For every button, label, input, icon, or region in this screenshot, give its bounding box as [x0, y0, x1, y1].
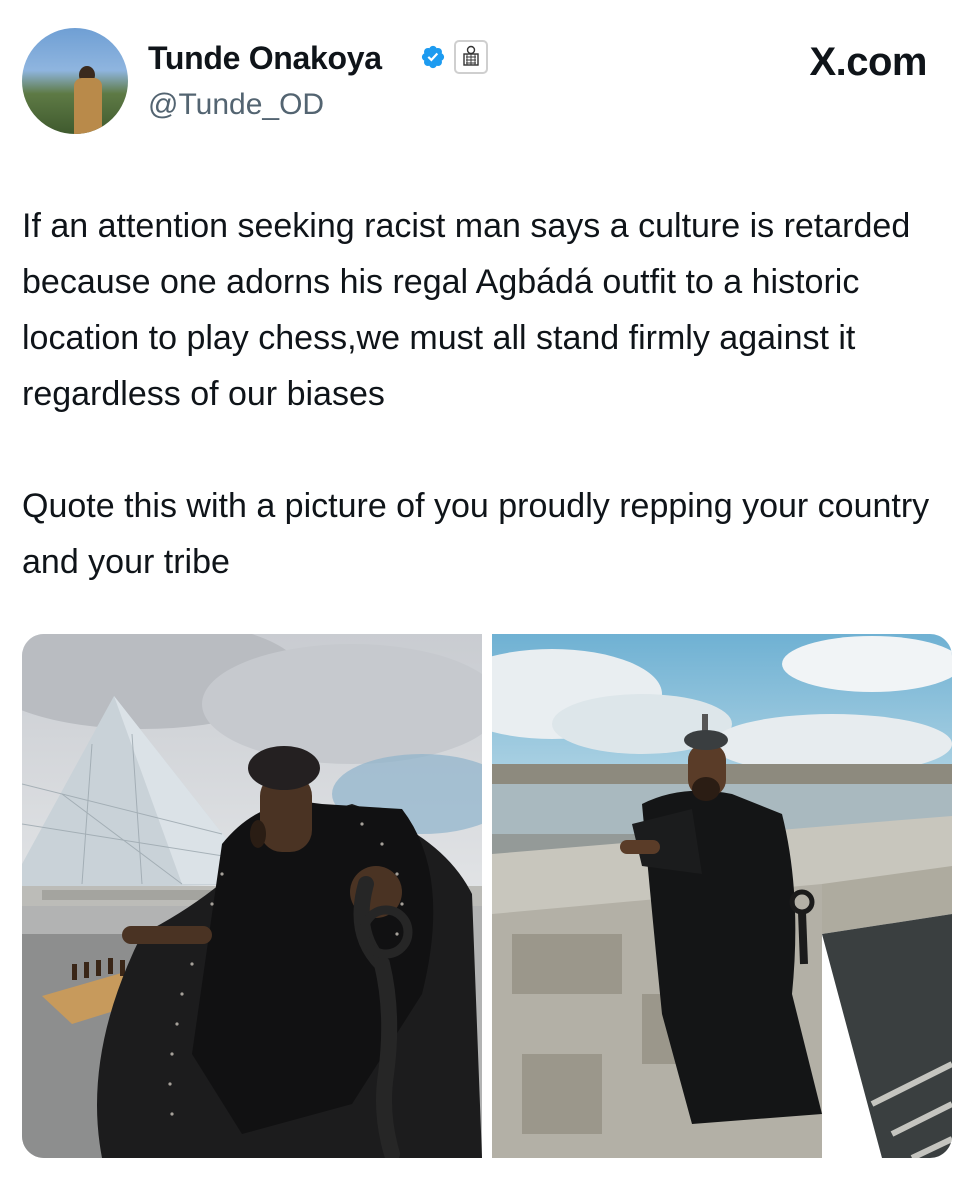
- tweet-media: [22, 634, 952, 1158]
- media-photo-pyramid-chess[interactable]: [22, 634, 482, 1158]
- author-handle[interactable]: @Tunde_OD: [148, 88, 324, 122]
- media-photo-bridge[interactable]: [492, 634, 952, 1158]
- tweet-text: If an attention seeking racist man says …: [22, 198, 942, 590]
- pyramid-chess-photo-icon: [22, 634, 482, 1158]
- author-avatar[interactable]: [22, 28, 128, 134]
- author-name[interactable]: Tunde Onakoya: [148, 40, 382, 77]
- tweet-paragraph: If an attention seeking racist man says …: [22, 207, 911, 413]
- tweet-paragraph: Quote this with a picture of you proudly…: [22, 487, 930, 581]
- bridge-photo-icon: [492, 634, 952, 1158]
- x-brand-logo: X.com: [809, 40, 927, 84]
- tweet-header: Tunde Onakoya @Tunde_OD X.com: [0, 0, 971, 150]
- verified-badge-icon: [421, 45, 445, 69]
- avatar-figure: [74, 78, 102, 134]
- organization-badge-icon: [454, 40, 488, 74]
